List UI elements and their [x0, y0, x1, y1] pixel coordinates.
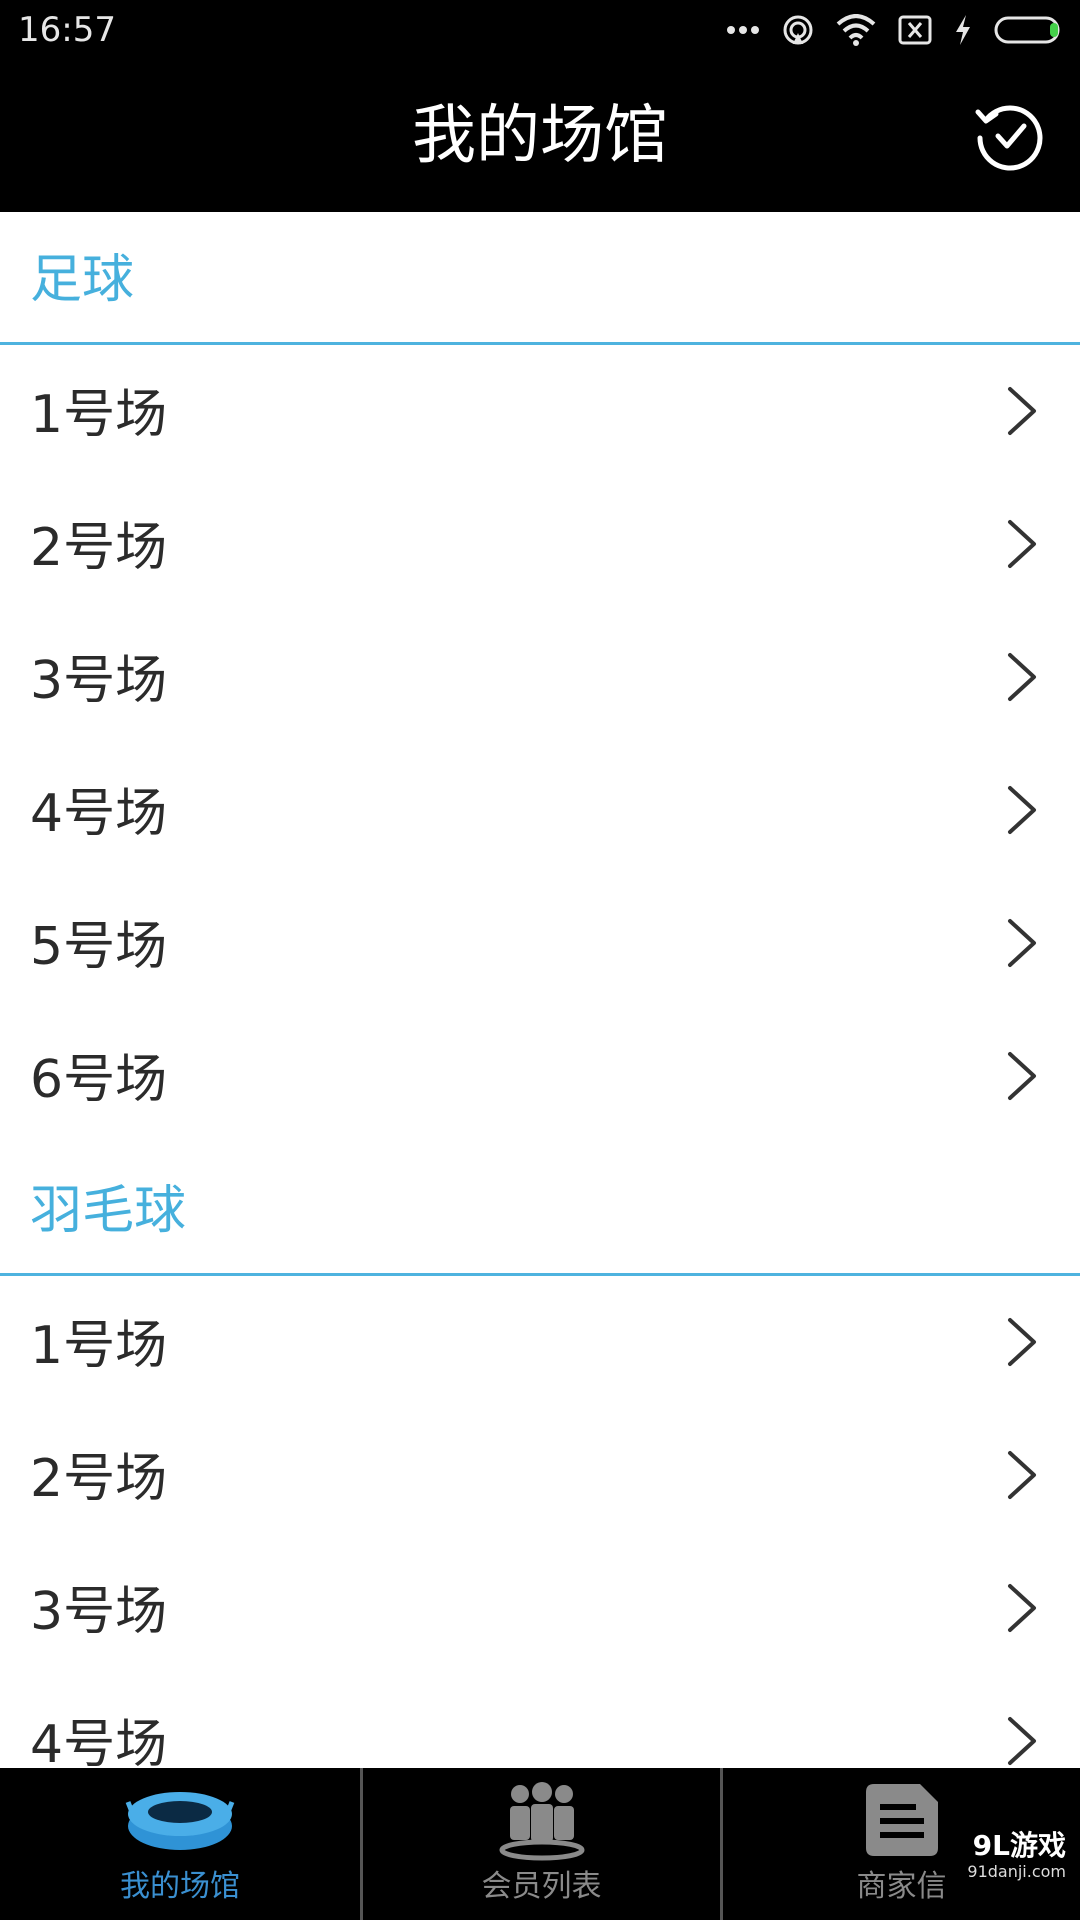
section-title: 羽毛球	[30, 1181, 187, 1241]
venue-row[interactable]: 3号场	[0, 611, 1080, 744]
tab-my-venues[interactable]: 我的场馆	[0, 1768, 360, 1920]
section-title: 足球	[30, 250, 135, 310]
section-header: 足球	[0, 212, 1080, 345]
chevron-right-icon	[1008, 1717, 1036, 1765]
venue-row-label: 1号场	[30, 1316, 168, 1376]
venue-row[interactable]: 2号场	[0, 1409, 1080, 1542]
venue-row-label: 5号场	[30, 917, 168, 977]
history-check-icon[interactable]	[972, 98, 1048, 174]
bottom-tab-bar: 我的场馆 会员列表 商家信	[0, 1768, 1080, 1920]
chevron-right-icon	[1008, 919, 1036, 967]
watermark: 9L游戏 91danji.com	[967, 1830, 1066, 1882]
venue-row-label: 6号场	[30, 1050, 168, 1110]
chevron-right-icon	[1008, 1318, 1036, 1366]
tab-member-list[interactable]: 会员列表	[360, 1768, 720, 1920]
chevron-right-icon	[1008, 653, 1036, 701]
venue-row[interactable]: 4号场	[0, 744, 1080, 877]
wifi-icon	[836, 14, 876, 46]
page-title: 我的场馆	[412, 99, 668, 173]
venue-row[interactable]: 5号场	[0, 877, 1080, 1010]
chevron-right-icon	[1008, 387, 1036, 435]
tab-label: 我的场馆	[120, 1869, 240, 1904]
chevron-right-icon	[1008, 786, 1036, 834]
section-header: 羽毛球	[0, 1143, 1080, 1276]
venue-row-label: 4号场	[30, 784, 168, 844]
chevron-right-icon	[1008, 1052, 1036, 1100]
venue-row-label: 3号场	[30, 651, 168, 711]
venue-row[interactable]: 4号场	[0, 1675, 1080, 1768]
chevron-right-icon	[1008, 1584, 1036, 1632]
battery-icon	[994, 16, 1060, 44]
venue-list[interactable]: 足球 1号场 2号场 3号场 4号场 5号场 6号场羽毛球 1号场 2号场 3号场 4号场	[0, 212, 1080, 1768]
status-bar: 16:57	[0, 0, 1080, 60]
chevron-right-icon	[1008, 1451, 1036, 1499]
members-icon	[499, 1782, 584, 1861]
venue-row-label: 1号场	[30, 385, 168, 445]
watermark-url: 91danji.com	[967, 1862, 1066, 1881]
venue-row-label: 3号场	[30, 1582, 168, 1642]
app-bar: 我的场馆	[0, 60, 1080, 212]
no-sim-icon	[898, 15, 932, 45]
venue-row-label: 4号场	[30, 1715, 168, 1768]
document-icon	[865, 1784, 938, 1856]
stadium-icon	[125, 1792, 235, 1850]
venue-row-label: 2号场	[30, 1449, 168, 1509]
venue-row[interactable]: 3号场	[0, 1542, 1080, 1675]
hotspot-icon	[783, 15, 813, 45]
venue-row[interactable]: 1号场	[0, 345, 1080, 478]
venue-row[interactable]: 6号场	[0, 1010, 1080, 1143]
status-icons	[726, 10, 1064, 50]
watermark-text: 9L游戏	[972, 1829, 1066, 1862]
venue-row-label: 2号场	[30, 518, 168, 578]
more-dots-icon	[727, 26, 759, 34]
venue-row[interactable]: 1号场	[0, 1276, 1080, 1409]
chevron-right-icon	[1008, 520, 1036, 568]
charging-icon	[956, 15, 970, 45]
venue-row[interactable]: 2号场	[0, 478, 1080, 611]
tab-label: 会员列表	[481, 1869, 602, 1904]
status-time: 16:57	[18, 10, 116, 50]
